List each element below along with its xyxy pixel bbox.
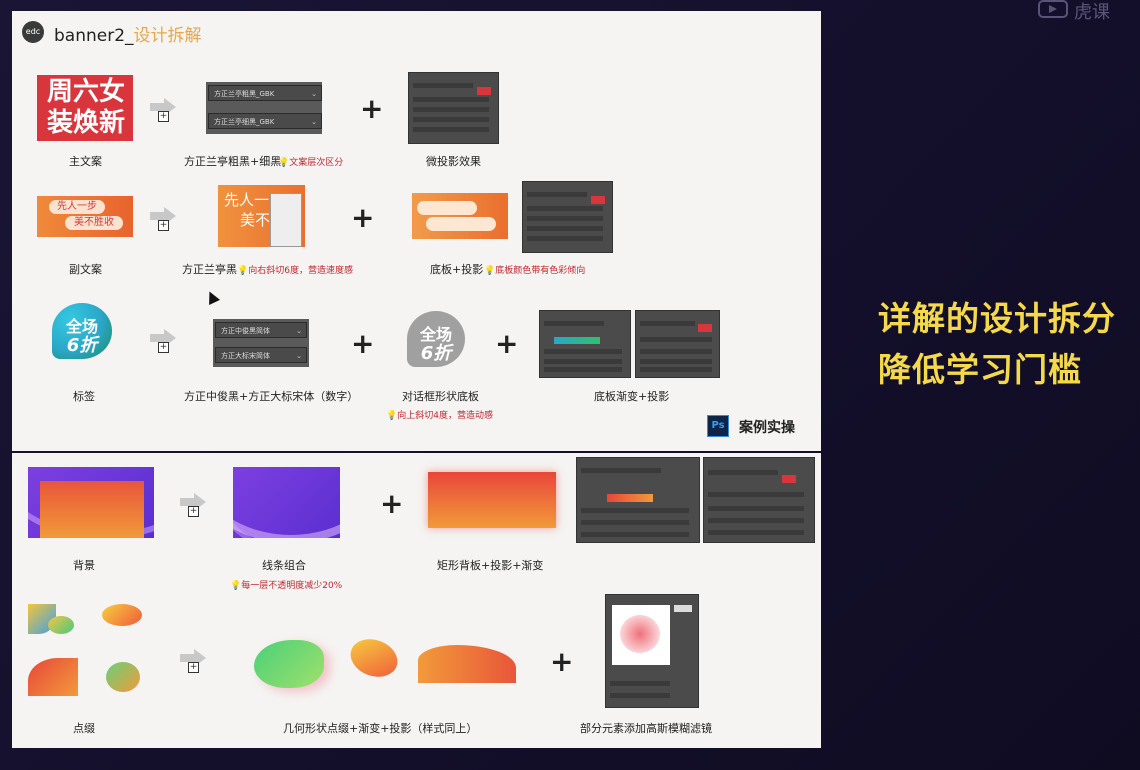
lightbulb-icon: 💡: [386, 411, 398, 421]
arrow-icon: +: [150, 207, 176, 231]
label-font-lanting: 方正兰亭黑: [182, 263, 237, 276]
arrow-icon: +: [180, 493, 206, 517]
plus-icon: +: [351, 327, 375, 360]
plus-square-icon: +: [188, 506, 199, 517]
plus-square-icon: +: [158, 111, 169, 122]
line-combo-sample: [233, 467, 340, 538]
tag-sample: 全场 6折: [52, 303, 112, 365]
label-line-combo: 线条组合: [262, 559, 306, 572]
label-micro-shadow: 微投影效果: [426, 155, 481, 168]
skew-font-sample: 先人一 美不: [218, 185, 305, 247]
video-frame: 虎课 edc banner2_设计拆解 周六女 装焕新 主文案 + 方正兰亭粗黑…: [0, 0, 1140, 770]
lightbulb-icon: 💡: [278, 158, 290, 168]
font-dropdown-2[interactable]: 方正兰亭细黑_GBK ⌄: [208, 113, 322, 129]
sub-copy-sample: 先人一步 美不胜收: [37, 196, 133, 237]
plus-square-icon: +: [188, 662, 199, 673]
photoshop-icon: Ps: [707, 415, 729, 437]
label-background: 背景: [73, 559, 95, 572]
dialog-shape-sample: 全场 6折: [407, 311, 467, 375]
plus-square-icon: +: [158, 220, 169, 231]
caption-line-1: 详解的设计拆分: [878, 299, 1116, 338]
note-color-tint: 💡底板颜色带有色彩倾向: [484, 266, 586, 276]
font-dropdown-1[interactable]: 方正兰亭粗黑_GBK ⌄: [208, 85, 322, 101]
decor-sample: [28, 604, 142, 696]
label-base-shadow: 底板+投影: [430, 263, 484, 276]
poster-line-1: 周六女: [46, 77, 125, 107]
main-copy-poster: 周六女 装焕新: [37, 75, 133, 141]
label-tag-fonts: 方正中俊黑+方正大标宋体（数字）: [184, 390, 359, 403]
arrow-icon: +: [150, 329, 176, 353]
label-dialog-shape: 对话框形状底板: [402, 390, 479, 403]
label-main-copy: 主文案: [69, 155, 102, 168]
plus-icon: +: [380, 487, 404, 520]
caption-line-2: 降低学习门槛: [878, 350, 1082, 389]
slide-title: banner2_设计拆解: [54, 26, 202, 46]
arrow-icon: +: [150, 98, 176, 122]
label-decor: 点缀: [73, 722, 95, 735]
plus-icon: +: [351, 201, 375, 234]
font-dropdown-3[interactable]: 方正中俊黑简体 ⌄: [215, 322, 307, 338]
note-skew-6: 💡向右斜切6度，营造速度感: [237, 266, 353, 276]
chip-2: 美不胜收: [65, 216, 123, 230]
base-plate-sample: [412, 193, 508, 239]
drop-shadow-dialog: [635, 310, 720, 378]
plus-square-icon: +: [158, 342, 169, 353]
note-opacity: 💡每一层不透明度减少20%: [230, 581, 343, 591]
case-practice-label: 案例实操: [739, 420, 795, 436]
edc-logo-icon: edc: [22, 21, 44, 43]
note-text-hierarchy: 💡文案层次区分: [278, 158, 344, 168]
chip-1: 先人一步: [49, 200, 105, 214]
drop-shadow-dialog: [522, 181, 613, 253]
drop-shadow-dialog: [703, 457, 815, 543]
label-tag: 标签: [73, 390, 95, 403]
label-geo-shapes: 几何形状点缀+渐变+投影（样式同上）: [283, 722, 478, 735]
label-font-combo: 方正兰亭粗黑+细黑: [184, 155, 282, 168]
font-list-popup: [270, 193, 302, 247]
green-blob: [254, 640, 324, 688]
chevron-down-icon: ⌄: [311, 90, 317, 98]
watermark-text: 虎课: [1074, 2, 1110, 23]
chevron-down-icon: ⌄: [296, 352, 302, 360]
poster-line-2: 装焕新: [46, 108, 125, 138]
chevron-down-icon: ⌄: [296, 327, 302, 335]
chevron-down-icon: ⌄: [311, 118, 317, 126]
lightbulb-icon: 💡: [230, 581, 242, 591]
label-gradient-shadow: 底板渐变+投影: [594, 390, 670, 403]
rect-plate-sample: [428, 472, 556, 528]
lightbulb-icon: 💡: [484, 266, 496, 276]
background-sample: [28, 467, 154, 538]
note-skew-4: 💡向上斜切4度，营造动感: [386, 411, 493, 421]
drop-shadow-dialog: [408, 72, 499, 144]
label-gaussian: 部分元素添加高斯模糊滤镜: [580, 722, 712, 735]
watermark-logo: 虎课: [1038, 0, 1138, 23]
lightbulb-icon: 💡: [237, 266, 249, 276]
label-sub-copy: 副文案: [69, 263, 102, 276]
play-icon: [1038, 0, 1068, 18]
arrow-icon: +: [180, 649, 206, 673]
gaussian-blur-dialog: [605, 594, 699, 708]
plus-icon: +: [360, 92, 384, 125]
gradient-overlay-dialog: [576, 457, 700, 543]
font-dropdown-4[interactable]: 方正大标宋简体 ⌄: [215, 347, 307, 363]
plus-icon: +: [495, 327, 519, 360]
label-rect-plate: 矩形背板+投影+渐变: [437, 559, 544, 572]
plus-icon: +: [550, 645, 574, 678]
gradient-overlay-dialog: [539, 310, 631, 378]
